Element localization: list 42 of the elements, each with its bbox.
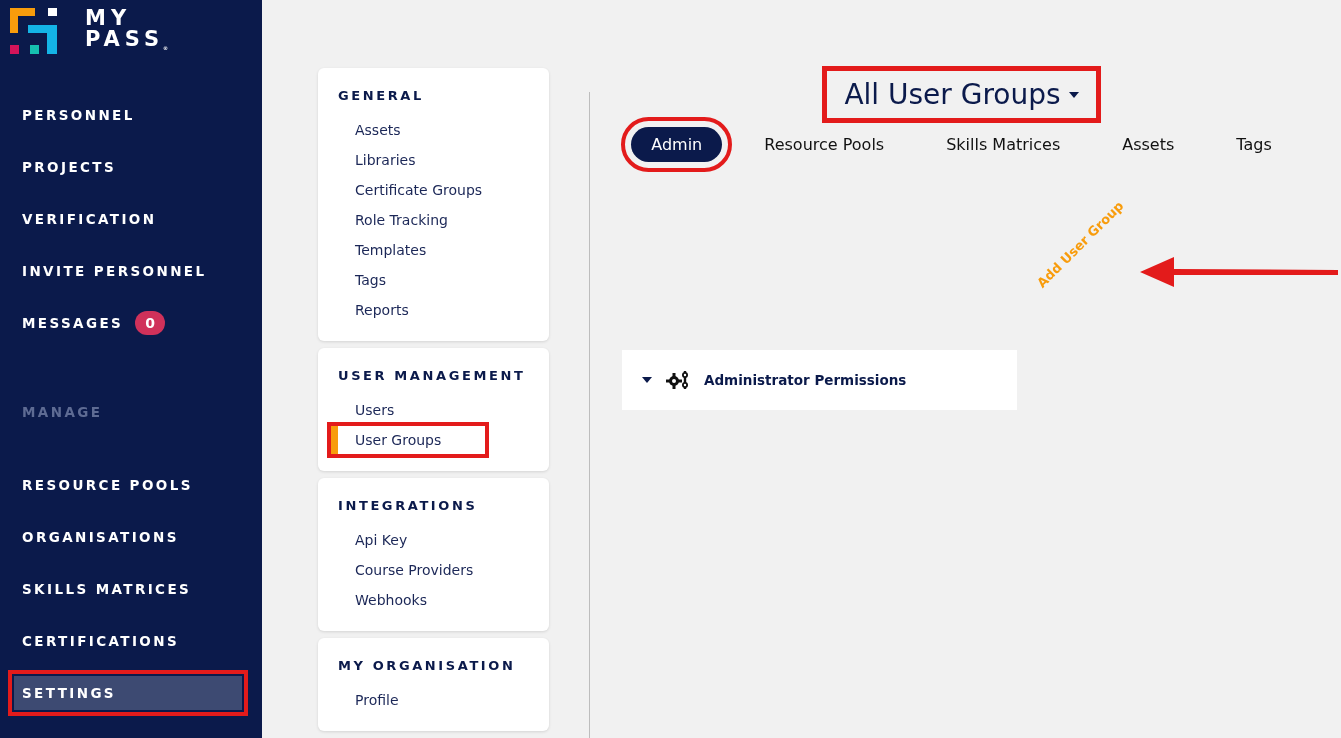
tab[interactable]: Assets [1102,127,1195,162]
menu-item[interactable]: Templates [330,235,486,265]
section-label: MANAGE [21,403,104,422]
menu-item[interactable]: Role Tracking [330,205,486,235]
nav-item[interactable]: VERIFICATION [14,202,242,236]
tab[interactable]: Resource Pools [744,127,905,162]
nav-item[interactable]: PERSONNEL [14,98,242,132]
card-heading: INTEGRATIONS [338,498,479,513]
menu-item[interactable]: Profile [330,685,486,715]
nav-item[interactable]: PROJECTS [14,150,242,184]
card-heading: USER MANAGEMENT [338,368,527,383]
nav-item[interactable]: CERTIFICATIONS [14,624,242,658]
nav-item[interactable]: MESSAGES 0 [14,306,242,340]
card-heading: MY ORGANISATION [338,658,517,673]
tab[interactable]: Skills Matrices [926,127,1081,162]
menu-item[interactable]: User Groups [330,425,486,455]
group-dropdown[interactable]: All User Groups [824,68,1099,121]
gears-icon [666,371,690,389]
nav-item[interactable]: RESOURCE POOLS [14,468,242,502]
caret-icon [642,377,652,383]
group-name: Administrator Permissions [704,372,907,388]
nav-label: MESSAGES [22,315,124,331]
menu-item[interactable]: Course Providers [330,555,486,585]
nav-item[interactable]: SETTINGS [14,676,242,710]
logo-icon [10,8,57,54]
count-badge: 0 [135,311,165,335]
menu-item[interactable]: Libraries [330,145,486,175]
tab[interactable]: Tags [1216,127,1292,162]
menu-item[interactable]: Assets [330,115,486,145]
nav-item[interactable]: SKILLS MATRICES [14,572,242,606]
menu-item[interactable]: Webhooks [330,585,486,615]
nav-item[interactable]: ORGANISATIONS [14,520,242,554]
menu-item[interactable]: Users [330,395,486,425]
menu-item[interactable]: Api Key [330,525,486,555]
menu-item[interactable]: Tags [330,265,486,295]
caret-icon [1068,91,1079,98]
menu-item[interactable]: Reports [330,295,486,325]
nav-item[interactable]: INVITE PERSONNEL [14,254,242,288]
card-heading: GENERAL [338,88,425,103]
menu-item[interactable]: Certificate Groups [330,175,486,205]
group-row[interactable]: Administrator Permissions [622,350,1017,410]
expand-toggle[interactable] [642,377,652,383]
